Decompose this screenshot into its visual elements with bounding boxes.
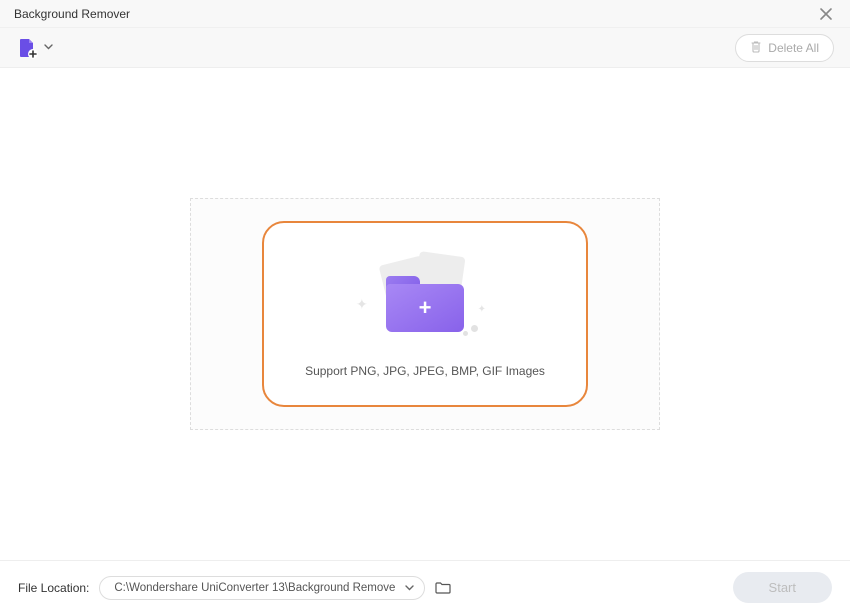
sparkle-icon: ✦	[356, 296, 368, 313]
drop-zone[interactable]: ✦ ✦ + Support PNG, JPG, JPEG, BMP, GIF I…	[262, 221, 588, 407]
browse-folder-button[interactable]	[435, 581, 451, 594]
folder-plus-icon: +	[386, 276, 464, 332]
file-location-path: C:\Wondershare UniConverter 13\Backgroun…	[114, 582, 395, 594]
add-file-icon	[16, 37, 38, 59]
delete-all-label: Delete All	[768, 41, 819, 55]
chevron-down-icon	[44, 42, 53, 53]
sparkle-icon: ✦	[478, 304, 486, 315]
main-area: ✦ ✦ + Support PNG, JPG, JPEG, BMP, GIF I…	[0, 68, 850, 560]
chevron-down-icon	[405, 582, 414, 594]
close-icon[interactable]	[816, 4, 836, 24]
file-location-select[interactable]: C:\Wondershare UniConverter 13\Backgroun…	[99, 576, 425, 600]
window-title: Background Remover	[14, 7, 130, 21]
add-file-button[interactable]	[16, 37, 53, 59]
toolbar: Delete All	[0, 28, 850, 68]
supported-formats-text: Support PNG, JPG, JPEG, BMP, GIF Images	[305, 364, 545, 378]
trash-icon	[750, 40, 762, 56]
folder-icon	[435, 581, 451, 594]
footer: File Location: C:\Wondershare UniConvert…	[0, 560, 850, 614]
drop-zone-outer: ✦ ✦ + Support PNG, JPG, JPEG, BMP, GIF I…	[190, 198, 660, 430]
upload-illustration: ✦ ✦ +	[360, 250, 490, 340]
file-location-label: File Location:	[18, 581, 89, 595]
title-bar: Background Remover	[0, 0, 850, 28]
delete-all-button[interactable]: Delete All	[735, 34, 834, 62]
start-button[interactable]: Start	[733, 572, 832, 603]
